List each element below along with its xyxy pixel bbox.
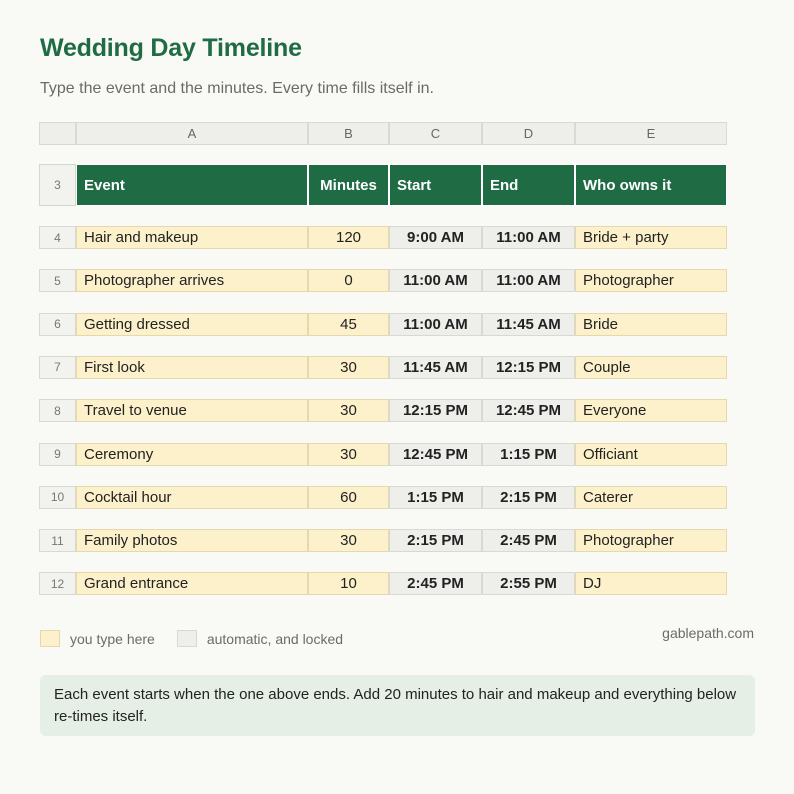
owner-cell[interactable]: Officiant <box>575 442 727 466</box>
column-header-c[interactable]: C <box>389 122 482 145</box>
event-cell[interactable]: Travel to venue <box>76 399 308 423</box>
event-cell[interactable]: Cocktail hour <box>76 485 308 509</box>
table-header-row: 3 Event Minutes Start End Who owns it <box>39 164 727 206</box>
start-time-cell[interactable]: 2:45 PM <box>389 572 482 596</box>
row-number[interactable]: 11 <box>39 529 76 553</box>
input-swatch <box>40 630 60 647</box>
page-title: Wedding Day Timeline <box>40 34 302 62</box>
auto-swatch <box>176 630 197 647</box>
event-cell[interactable]: Ceremony <box>76 442 308 466</box>
end-time-cell[interactable]: 2:55 PM <box>482 572 575 596</box>
owner-cell[interactable]: Photographer <box>575 269 727 293</box>
table-row: 4 Hair and makeup 120 9:00 AM 11:00 AM Bride … <box>39 226 727 249</box>
row-number[interactable]: 3 <box>39 164 76 206</box>
end-time-cell[interactable]: 11:00 AM <box>482 226 575 249</box>
minutes-cell[interactable]: 0 <box>308 269 389 293</box>
table-row: 7 First look 30 11:45 AM 12:15 PM Couple <box>39 355 727 379</box>
start-time-cell[interactable]: 11:45 AM <box>389 355 482 379</box>
owner-cell[interactable]: Photographer <box>575 529 727 553</box>
minutes-cell[interactable]: 30 <box>308 355 389 379</box>
start-time-cell[interactable]: 1:15 PM <box>389 485 482 509</box>
header-minutes[interactable]: Minutes <box>308 164 389 206</box>
column-header-e[interactable]: E <box>575 122 727 145</box>
table-row: 8 Travel to venue 30 12:15 PM 12:45 PM Everyo… <box>39 399 727 423</box>
table-row: 10 Cocktail hour 60 1:15 PM 2:15 PM Caterer <box>39 485 727 509</box>
row-number[interactable]: 5 <box>39 269 76 293</box>
owner-cell[interactable]: Everyone <box>575 399 727 423</box>
row-number[interactable]: 7 <box>39 355 76 379</box>
row-number[interactable]: 10 <box>39 485 76 509</box>
end-time-cell[interactable]: 1:15 PM <box>482 442 575 466</box>
start-time-cell[interactable]: 12:45 PM <box>389 442 482 466</box>
owner-cell[interactable]: Caterer <box>575 485 727 509</box>
header-start[interactable]: Start <box>389 164 482 206</box>
end-time-cell[interactable]: 11:45 AM <box>482 312 575 336</box>
row-number[interactable]: 12 <box>39 572 76 596</box>
header-end[interactable]: End <box>482 164 575 206</box>
event-cell[interactable]: Grand entrance <box>76 572 308 596</box>
column-header-row: A B C D E <box>39 122 727 145</box>
event-cell[interactable]: Getting dressed <box>76 312 308 336</box>
end-time-cell[interactable]: 12:15 PM <box>482 355 575 379</box>
row-number[interactable]: 9 <box>39 442 76 466</box>
page-subtitle: Type the event and the minutes. Every ti… <box>40 80 434 97</box>
minutes-cell[interactable]: 30 <box>308 442 389 466</box>
column-header-a[interactable]: A <box>76 122 308 145</box>
table-row: 12 Grand entrance 10 2:45 PM 2:55 PM DJ <box>39 572 727 596</box>
row-number[interactable]: 8 <box>39 399 76 423</box>
row-number[interactable]: 6 <box>39 312 76 336</box>
owner-cell[interactable]: Bride + party <box>575 226 727 249</box>
owner-cell[interactable]: DJ <box>575 572 727 596</box>
minutes-cell[interactable]: 10 <box>308 572 389 596</box>
start-time-cell[interactable]: 12:15 PM <box>389 399 482 423</box>
event-cell[interactable]: First look <box>76 355 308 379</box>
header-owner[interactable]: Who owns it <box>575 164 727 206</box>
start-time-cell[interactable]: 2:15 PM <box>389 529 482 553</box>
event-cell[interactable]: Family photos <box>76 529 308 553</box>
minutes-cell[interactable]: 30 <box>308 529 389 553</box>
start-time-cell[interactable]: 11:00 AM <box>389 269 482 293</box>
table-row: 11 Family photos 30 2:15 PM 2:45 PM Photograp… <box>39 529 727 553</box>
minutes-cell[interactable]: 60 <box>308 485 389 509</box>
table-row: 6 Getting dressed 45 11:00 AM 11:45 AM Bride <box>39 312 727 336</box>
legend: you type here automatic, and locked <box>40 630 343 647</box>
end-time-cell[interactable]: 2:45 PM <box>482 529 575 553</box>
legend-input-label: you type here <box>70 630 155 647</box>
end-time-cell[interactable]: 12:45 PM <box>482 399 575 423</box>
event-cell[interactable]: Photographer arrives <box>76 269 308 293</box>
column-header-b[interactable]: B <box>308 122 389 145</box>
column-header-d[interactable]: D <box>482 122 575 145</box>
owner-cell[interactable]: Couple <box>575 355 727 379</box>
minutes-cell[interactable]: 30 <box>308 399 389 423</box>
owner-cell[interactable]: Bride <box>575 312 727 336</box>
end-time-cell[interactable]: 11:00 AM <box>482 269 575 293</box>
minutes-cell[interactable]: 45 <box>308 312 389 336</box>
start-time-cell[interactable]: 9:00 AM <box>389 226 482 249</box>
start-time-cell[interactable]: 11:00 AM <box>389 312 482 336</box>
info-note: Each event starts when the one above end… <box>40 675 755 736</box>
end-time-cell[interactable]: 2:15 PM <box>482 485 575 509</box>
minutes-cell[interactable]: 120 <box>308 226 389 249</box>
row-number[interactable]: 4 <box>39 226 76 249</box>
brand-label: gablepath.com <box>662 625 754 641</box>
table-row: 9 Ceremony 30 12:45 PM 1:15 PM Officiant <box>39 442 727 466</box>
event-cell[interactable]: Hair and makeup <box>76 226 308 249</box>
table-row: 5 Photographer arrives 0 11:00 AM 11:00 AM Ph… <box>39 269 727 293</box>
select-all-corner[interactable] <box>39 122 76 145</box>
legend-auto-label: automatic, and locked <box>206 630 344 647</box>
header-event[interactable]: Event <box>76 164 308 206</box>
